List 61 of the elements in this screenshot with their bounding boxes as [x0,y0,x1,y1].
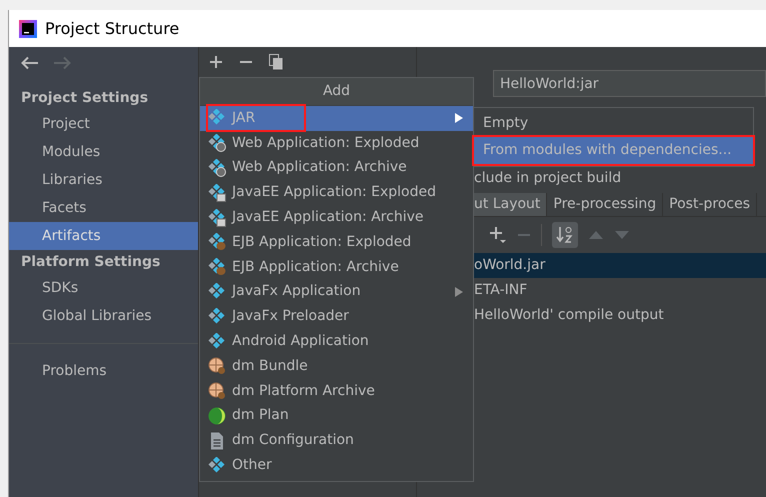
menu-item-label: Web Application: Archive [232,158,407,178]
menu-item-label: dm Bundle [232,356,308,376]
artifact-icon [208,208,226,227]
sidebar-item[interactable]: Libraries [9,166,198,194]
copy-icon[interactable] [269,54,283,70]
menu-item[interactable]: JavaFx Preloader [200,304,473,330]
artifact-icon [208,233,226,252]
sphere-icon [208,406,226,425]
sidebar-item[interactable]: Modules [9,138,198,166]
name-field[interactable]: HelloWorld:jar [493,70,766,97]
sort-icon [556,226,574,244]
menu-item-label: dm Configuration [232,431,354,450]
sidebar-item[interactable]: Global Libraries [9,302,198,330]
add-dropdown-icon[interactable] [489,226,507,244]
menu-item[interactable]: Web Application: Archive [200,156,473,180]
back-arrow-icon[interactable] [21,56,39,70]
menu-item-label: dm Platform Archive [232,382,375,401]
window-title: Project Structure [45,18,180,40]
menu-item-label: Other [232,456,272,476]
artifact-icon [208,258,226,276]
submenu-item[interactable]: Empty [474,110,753,137]
sidebar-item[interactable]: Project [9,110,198,138]
menu-item[interactable]: Web Application: Exploded [200,130,473,156]
artifact-icon [208,456,226,475]
menu-item[interactable]: dm Platform Archive [200,378,473,404]
artifact-icon [208,332,226,351]
bundle-icon [208,382,226,400]
artifact-icon [208,308,226,326]
sidebar-item[interactable]: Facets [9,194,198,222]
menu-item-label: JAR [232,108,256,128]
menu-item-label: JavaFx Preloader [232,307,349,326]
menu-item[interactable]: Android Application [200,329,473,354]
menu-item-label: dm Plan [232,406,289,426]
menu-item-label: EJB Application: Archive [232,258,399,277]
artifact-icon [208,158,226,177]
menu-item[interactable]: JavaFx Application [200,280,473,304]
menu-item-label: EJB Application: Exploded [232,232,412,252]
artifact-icon [208,134,226,152]
include-checkbox-label[interactable]: clude in project build [474,167,766,189]
menu-item[interactable]: dm Bundle [200,354,473,379]
menu-item[interactable]: dm Plan [200,404,473,428]
menu-item[interactable]: EJB Application: Exploded [200,230,473,255]
menu-item[interactable]: Other [200,453,473,478]
sidebar-item[interactable]: Problems [9,357,198,385]
artifact-icon [208,109,226,128]
sidebar-item[interactable]: SDKs [9,274,198,302]
menu-item-label: Android Application [232,332,369,352]
sidebar-item[interactable]: Artifacts [9,222,198,250]
plus-icon[interactable] [209,55,223,69]
menu-title: Add [200,78,473,106]
artifact-icon [208,282,226,301]
section-heading: Project Settings [20,88,150,108]
menu-item[interactable]: dm Configuration [200,428,473,454]
app-logo-icon [19,20,37,38]
document-icon [210,432,224,450]
bundle-icon [208,357,226,376]
section-heading: Platform Settings [20,252,162,272]
artifact-icon [208,184,226,202]
menu-item-label: Web Application: Exploded [232,134,420,153]
sort-button[interactable] [552,222,578,248]
menu-item-label: JavaFx Application [232,282,361,302]
